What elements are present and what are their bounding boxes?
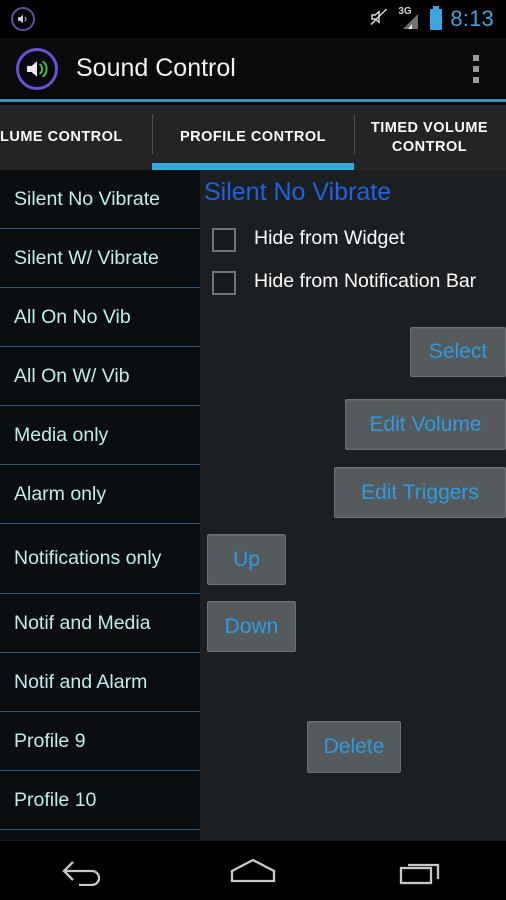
tab-label: LUME CONTROL (0, 129, 123, 145)
move-down-button[interactable]: Down (207, 601, 296, 652)
profile-name: Silent W/ Vibrate (14, 246, 159, 269)
profile-list[interactable]: Silent No Vibrate Silent W/ Vibrate All … (0, 170, 200, 840)
status-bar: 3G 8:13 (0, 0, 506, 38)
profile-name: Notif and Media (14, 611, 151, 634)
hide-from-widget-checkbox[interactable] (212, 228, 236, 252)
profile-name: Silent No Vibrate (14, 187, 160, 210)
tab-volume-control[interactable]: LUME CONTROL (0, 105, 152, 170)
list-item[interactable]: All On W/ Vib (0, 347, 200, 406)
delete-button[interactable]: Delete (307, 721, 401, 773)
page-title: Sound Control (76, 54, 236, 82)
signal-bars-icon: 3G (398, 6, 422, 30)
list-item[interactable]: All On No Vib (0, 288, 200, 347)
list-item[interactable]: Profile 10 (0, 771, 200, 830)
battery-icon (430, 5, 443, 30)
tab-label: TIMED VOLUME CONTROL (370, 119, 489, 155)
list-item[interactable]: Notif and Alarm (0, 653, 200, 712)
navigation-bar (0, 840, 506, 900)
profile-name: All On No Vib (14, 305, 131, 328)
hide-from-widget-label: Hide from Widget (254, 227, 405, 249)
selected-profile-title: Silent No Vibrate (204, 178, 392, 206)
tab-timed-volume-control[interactable]: TIMED VOLUME CONTROL (354, 105, 506, 170)
android-screen: 3G 8:13 Sound Control LUME CONTROL PROFI… (0, 0, 506, 900)
profile-name: Profile 9 (14, 729, 86, 752)
profile-name: Profile 10 (14, 788, 97, 811)
overflow-dot (473, 76, 479, 83)
hide-from-notification-bar-checkbox[interactable] (212, 271, 236, 295)
profile-name: Alarm only (14, 482, 107, 505)
overflow-menu-icon[interactable] (466, 49, 486, 89)
move-up-button[interactable]: Up (207, 534, 286, 585)
hide-from-notification-bar-label: Hide from Notification Bar (254, 270, 477, 292)
list-item[interactable]: Silent W/ Vibrate (0, 229, 200, 288)
content-area: Silent No Vibrate Silent W/ Vibrate All … (0, 170, 506, 840)
overflow-dot (473, 54, 479, 61)
action-bar: Sound Control (0, 38, 506, 102)
profile-name: Media only (14, 423, 109, 446)
hide-from-widget-row[interactable]: Hide from Widget (212, 225, 504, 252)
list-item[interactable]: Media only (0, 406, 200, 465)
status-bar-system-icons: 3G 8:13 (368, 5, 506, 33)
volume-notification-icon (11, 7, 35, 31)
profile-name: Notifications only (14, 547, 162, 569)
list-item[interactable]: Alarm only (0, 465, 200, 524)
list-item[interactable]: Profile 9 (0, 712, 200, 771)
overflow-dot (473, 65, 479, 72)
status-bar-notifications (0, 7, 35, 31)
clock: 8:13 (450, 6, 494, 31)
tab-profile-control[interactable]: PROFILE CONTROL (152, 105, 354, 170)
edit-triggers-button[interactable]: Edit Triggers (334, 467, 506, 518)
profile-name: All On W/ Vib (14, 364, 130, 387)
list-item[interactable]: Silent No Vibrate (0, 170, 200, 229)
list-item[interactable]: Notif and Media (0, 594, 200, 653)
home-icon[interactable] (198, 841, 308, 900)
tab-bar: LUME CONTROL PROFILE CONTROL TIMED VOLUM… (0, 105, 506, 170)
speaker-app-icon (16, 47, 58, 90)
tab-label: PROFILE CONTROL (179, 129, 327, 145)
list-item[interactable]: Notifications only (0, 524, 200, 594)
profile-name: Notif and Alarm (14, 670, 148, 693)
recent-apps-icon[interactable] (367, 841, 477, 900)
mute-icon (368, 6, 390, 33)
back-arrow-icon[interactable] (29, 841, 139, 900)
select-button[interactable]: Select (410, 327, 506, 377)
hide-from-notification-bar-row[interactable]: Hide from Notification Bar (212, 268, 504, 295)
profile-detail-pane: Silent No Vibrate Hide from Widget Hide … (200, 170, 506, 840)
edit-volume-button[interactable]: Edit Volume (345, 399, 506, 450)
